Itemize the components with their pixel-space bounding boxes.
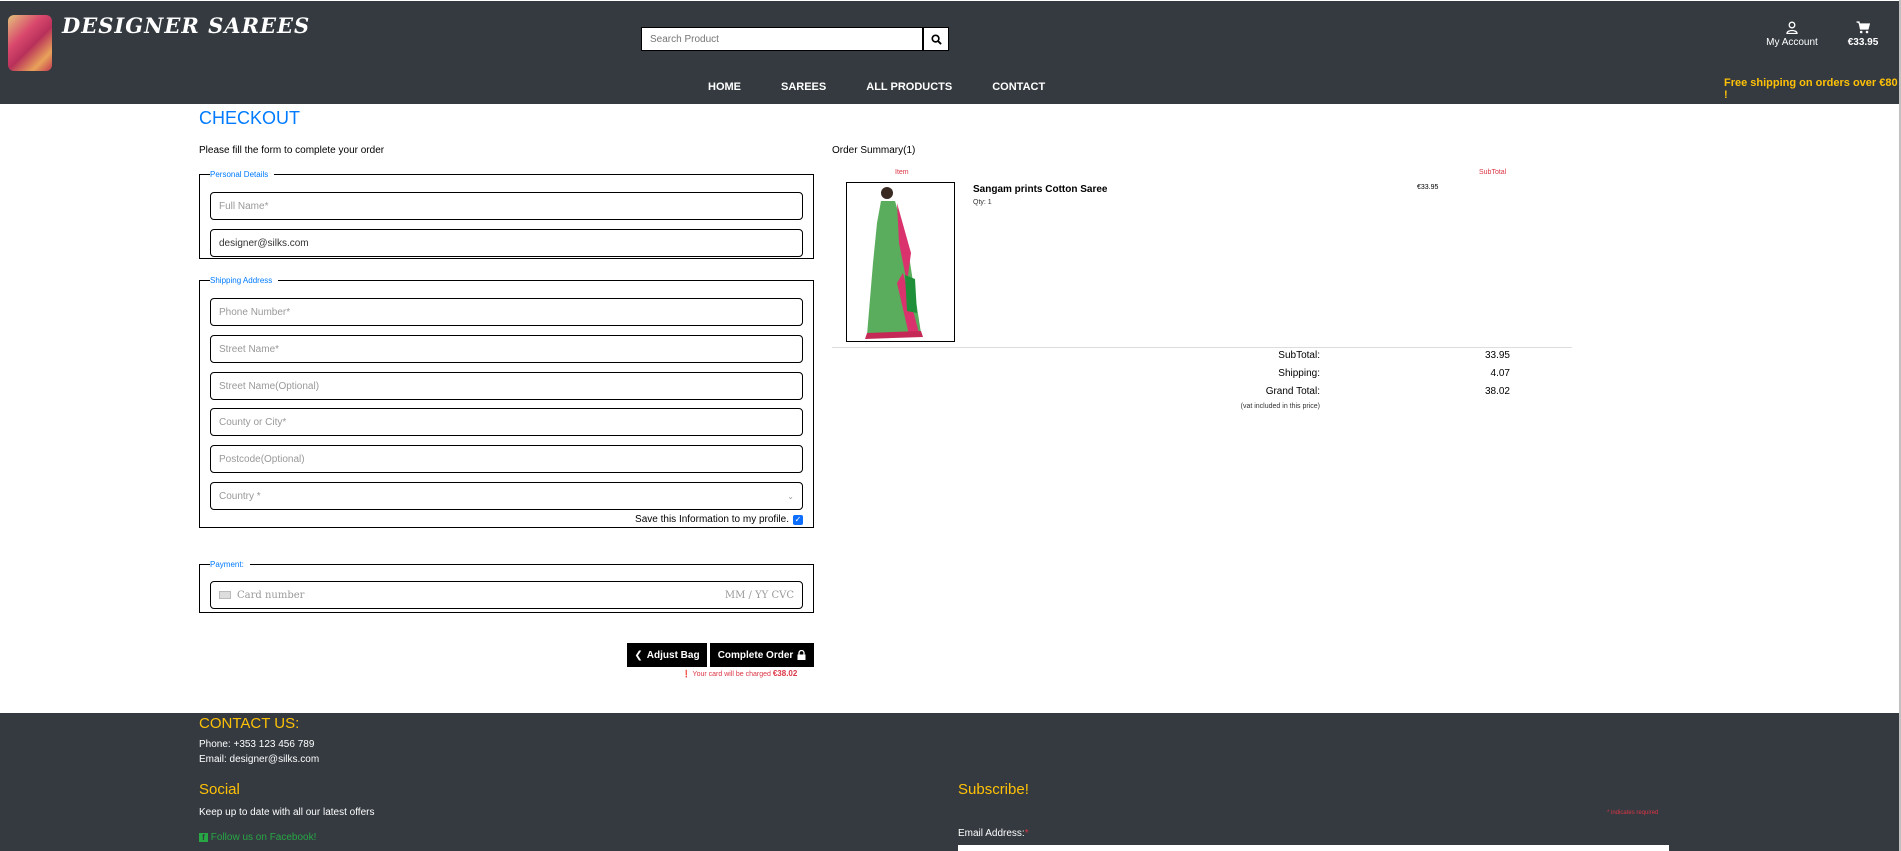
product-price: €33.95 [1417, 184, 1439, 191]
nav-all-products[interactable]: ALL PRODUCTS [866, 81, 952, 93]
checkout-instructions: Please fill the form to complete your or… [199, 145, 385, 156]
search-bar [641, 27, 949, 51]
street-name-field[interactable]: Street Name* [210, 335, 803, 363]
contact-phone: Phone: +353 123 456 789 [199, 739, 315, 750]
vat-note: (vat included in this price) [1240, 403, 1320, 410]
subtotal-value: 33.95 [1484, 350, 1510, 361]
my-account-link[interactable]: My Account [1764, 21, 1820, 48]
facebook-link[interactable]: f Follow us on Facebook! [199, 832, 316, 843]
charge-amount: €38.02 [772, 669, 798, 678]
search-icon [930, 33, 942, 45]
county-city-field[interactable]: County or City* [210, 408, 803, 436]
card-number-field[interactable]: Card number MM / YY CVC [210, 581, 803, 609]
summary-divider [832, 347, 1572, 348]
adjust-bag-label: Adjust Bag [646, 649, 700, 661]
email-field[interactable]: designer@silks.com [210, 229, 803, 257]
product-image[interactable] [846, 182, 955, 342]
charge-text: Your card will be charged [692, 671, 771, 678]
payment-fieldset: Payment: Card number MM / YY CVC [199, 560, 814, 613]
grand-total-label: Grand Total: [1265, 386, 1320, 397]
grand-total-value: 38.02 [1484, 386, 1510, 397]
search-input[interactable] [641, 27, 923, 51]
alert-icon: ❗ [682, 671, 691, 678]
free-shipping-banner: Free shipping on orders over €80 ! [1724, 77, 1898, 101]
cart-icon [1856, 21, 1871, 34]
complete-order-button[interactable]: Complete Order [710, 643, 814, 667]
site-footer: CONTACT US: Phone: +353 123 456 789 Emai… [0, 713, 1899, 851]
chevron-down-icon: ⌄ [787, 491, 794, 501]
product-name: Sangam prints Cotton Saree [973, 184, 1108, 195]
personal-details-fieldset: Personal Details Full Name* designer@sil… [199, 170, 814, 259]
subscribe-heading: Subscribe! [958, 781, 1029, 798]
contact-email[interactable]: Email: designer@silks.com [199, 754, 319, 765]
adjust-bag-button[interactable]: ❮ Adjust Bag [627, 643, 707, 667]
shipping-address-legend: Shipping Address [210, 276, 273, 285]
personal-details-legend: Personal Details [210, 170, 269, 179]
subtotal-column-header: SubTotal [1479, 169, 1507, 176]
bag-total: €33.95 [1847, 37, 1879, 48]
required-note: * indicates required [1607, 810, 1659, 816]
page-title: CHECKOUT [199, 108, 301, 128]
country-select-label: Country * [219, 490, 261, 502]
lock-icon [797, 650, 806, 660]
shipping-address-fieldset: Shipping Address Phone Number* Street Na… [199, 276, 814, 528]
subscribe-email-input[interactable] [958, 845, 1669, 851]
nav-home[interactable]: HOME [708, 81, 741, 93]
facebook-label: Follow us on Facebook! [210, 832, 317, 843]
site-header: DESIGNER SAREES HOME SAREES ALL PRODUCTS… [0, 0, 1899, 104]
subtotal-label: SubTotal: [1278, 350, 1320, 361]
facebook-icon: f [199, 833, 208, 842]
contact-heading: CONTACT US: [199, 715, 300, 732]
shipping-label: Shipping: [1278, 368, 1320, 379]
main-nav: HOME SAREES ALL PRODUCTS CONTACT [708, 81, 1085, 93]
shipping-value: 4.07 [1490, 368, 1510, 379]
save-info-row: Save this Information to my profile. ✓ [635, 514, 803, 525]
complete-order-label: Complete Order [717, 649, 794, 661]
phone-number-field[interactable]: Phone Number* [210, 298, 803, 326]
shopping-bag-link[interactable]: €33.95 [1843, 21, 1883, 48]
chevron-left-icon: ❮ [634, 649, 643, 661]
country-select[interactable]: Country * ⌄ [210, 482, 803, 510]
charge-notice: ❗ Your card will be charged €38.02 [682, 669, 797, 678]
email-label-text: Email Address: [958, 828, 1025, 839]
save-info-checkbox[interactable]: ✓ [793, 514, 803, 525]
card-icon [219, 591, 231, 599]
social-text: Keep up to date with all our latest offe… [199, 807, 375, 818]
logo-image[interactable] [8, 15, 52, 71]
postcode-field[interactable]: Postcode(Optional) [210, 445, 803, 473]
item-column-header: Item [895, 169, 909, 176]
search-button[interactable] [923, 27, 949, 51]
my-account-label: My Account [1766, 37, 1818, 48]
social-heading: Social [199, 781, 240, 798]
card-expiry-cvc-placeholder: MM / YY CVC [724, 589, 794, 601]
required-note-text: indicates required [1611, 810, 1659, 816]
street-name-optional-field[interactable]: Street Name(Optional) [210, 372, 803, 400]
brand-name[interactable]: DESIGNER SAREES [62, 13, 310, 38]
page: DESIGNER SAREES HOME SAREES ALL PRODUCTS… [0, 0, 1901, 851]
order-summary-title: Order Summary(1) [832, 145, 916, 156]
full-name-field[interactable]: Full Name* [210, 192, 803, 220]
subscribe-email-label: Email Address:* [958, 828, 1029, 839]
nav-contact[interactable]: CONTACT [992, 81, 1045, 93]
nav-sarees[interactable]: SAREES [781, 81, 826, 93]
product-qty: Qty: 1 [973, 199, 992, 206]
payment-legend: Payment: [210, 560, 244, 569]
card-number-placeholder: Card number [237, 589, 305, 601]
user-icon [1786, 21, 1798, 35]
save-info-label: Save this Information to my profile. [635, 514, 789, 525]
